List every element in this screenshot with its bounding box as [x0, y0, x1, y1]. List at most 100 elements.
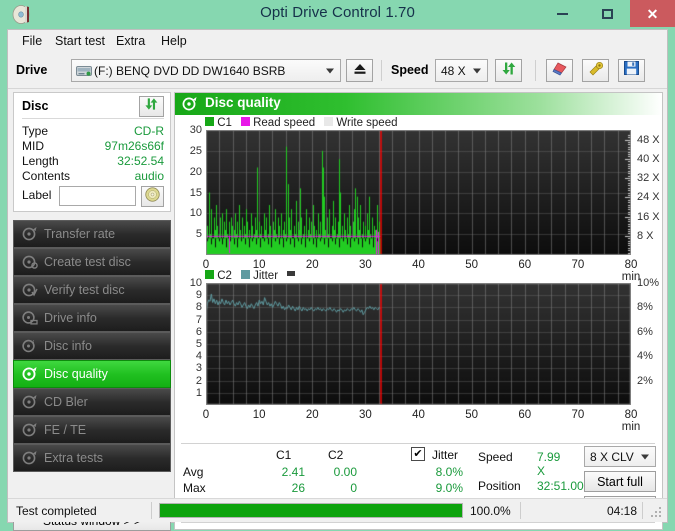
legend-label-c2: C2 [217, 270, 232, 282]
c2-jitter-chart [206, 283, 631, 405]
sidebar-item-fe-te[interactable]: FE / TE [13, 416, 171, 444]
chart1-y2tick: 24 X [637, 191, 660, 204]
chart2-legend: C2 Jitter [205, 270, 296, 282]
menu-extra[interactable]: Extra [110, 33, 151, 50]
tools-button[interactable] [582, 59, 609, 82]
disc-row-key: Contents [22, 169, 71, 183]
sidebar-item-label: Disc quality [44, 367, 108, 381]
speed-select-value: 48 X [441, 63, 466, 78]
legend-label-read-speed: Read speed [253, 117, 316, 129]
minimize-button[interactable] [540, 0, 585, 27]
stats-divider-bottom [181, 522, 655, 523]
drive-toolbar: Drive (F:) BENQ DVD DD DW1640 BSRB Speed… [8, 53, 667, 89]
sidebar-item-drive-info[interactable]: Drive info [13, 304, 171, 332]
chart2-y2tick: 10% [637, 277, 660, 289]
legend-label-write-speed: Write speed [336, 117, 398, 129]
disc-row-value: CD-R [134, 124, 164, 138]
chart1-xtick: 30 [358, 259, 372, 271]
stats-max-jitter: 9.0% [435, 481, 463, 495]
disc-quality-panel: Disc quality C1 Read speed Write speed 5… [174, 92, 663, 530]
drive-select[interactable]: (F:) BENQ DVD DD DW1640 BSRB [71, 59, 341, 82]
progress-bar [159, 503, 463, 518]
menu-help[interactable]: Help [155, 33, 193, 50]
save-button[interactable] [618, 59, 645, 82]
chart1-ytick: 15 [189, 186, 202, 199]
position-stat-label: Position [478, 479, 521, 493]
sidebar-item-extra-tests[interactable]: Extra tests [13, 444, 171, 472]
disc-gear-icon [22, 422, 38, 438]
erase-button[interactable] [546, 59, 573, 82]
status-bar: Test completed 100.0% 04:18 [8, 498, 667, 522]
disc-row-value: 32:52.54 [117, 154, 164, 168]
chart1-y2tick: 40 X [637, 152, 660, 165]
status-message: Test completed [16, 504, 97, 518]
chart2-ytick: 6 [195, 325, 202, 338]
start-full-button[interactable]: Start full [584, 471, 656, 492]
sidebar-item-transfer-rate[interactable]: Transfer rate [13, 220, 171, 248]
chart1-xtick: 50 [465, 259, 479, 271]
chart2-ytick: 10 [189, 277, 202, 289]
sidebar-item-disc-info[interactable]: i Disc info [13, 332, 171, 360]
chart2-ytick: 7 [195, 313, 202, 326]
chart1-xtick: 60 [518, 259, 532, 271]
chart2-xtick: 30 [358, 409, 372, 421]
test-speed-select[interactable]: 8 X CLV [584, 446, 656, 467]
maximize-button[interactable] [585, 0, 630, 27]
disc-gear-icon [22, 310, 38, 326]
disc-label-input[interactable] [59, 186, 136, 206]
toolbar-separator-2 [535, 60, 536, 81]
chart2-xtick: 40 [412, 409, 425, 421]
chart2-xtick: 70 [571, 409, 585, 421]
status-divider-3 [642, 502, 643, 519]
eject-icon [353, 62, 367, 80]
chart2-y2tick: 6% [637, 325, 653, 338]
close-button[interactable]: ✕ [630, 0, 675, 27]
eject-button[interactable] [346, 59, 373, 82]
chart1-y2tick: 48 X [637, 133, 660, 146]
test-speed-value: 8 X CLV [590, 449, 634, 464]
disc-row-key: Length [22, 154, 59, 168]
stats-row-label-max: Max [183, 481, 206, 495]
resize-grip[interactable] [651, 507, 663, 519]
disc-row-key: Type [22, 124, 49, 138]
chart1-xtick: 20 [305, 259, 319, 271]
sidebar-item-label: CD Bler [44, 395, 88, 409]
chart1-y2tick: 32 X [637, 172, 660, 185]
chart2-ytick: 5 [195, 338, 202, 350]
chart2-ytick: 1 [195, 386, 202, 399]
sidebar-item-disc-quality[interactable]: Disc quality [13, 360, 171, 388]
speed-select[interactable]: 48 X [435, 59, 488, 82]
jitter-checkbox[interactable]: ✔ [411, 447, 425, 461]
disc-panel-divider [22, 118, 164, 119]
chart2-xtick: 0 [202, 409, 210, 421]
sidebar-item-cd-bler[interactable]: CD Bler [13, 388, 171, 416]
chart2-xtick: 80 min [621, 409, 641, 433]
elapsed-time: 04:18 [606, 504, 637, 518]
sidebar-item-create-test-disc[interactable]: Create test disc [13, 248, 171, 276]
disc-row-type: Type CD-R [22, 124, 164, 139]
chart1-ytick: 5 [195, 228, 202, 241]
sidebar-item-label: Verify test disc [44, 283, 125, 297]
stats-header-c2: C2 [328, 448, 344, 462]
tools-icon [588, 61, 604, 81]
left-column: Disc Type CD-R MID 97m26s66f Length 32:5… [13, 92, 171, 531]
refresh-button[interactable] [495, 59, 522, 82]
drive-icon [76, 64, 92, 78]
panel-header: Disc quality [175, 93, 662, 115]
chart1-ytick: 20 [189, 165, 202, 178]
progress-fill [160, 504, 462, 517]
progress-text: 100.0% [470, 504, 511, 518]
sidebar-item-label: Create test disc [44, 255, 131, 269]
sidebar-item-verify-test-disc[interactable]: Verify test disc [13, 276, 171, 304]
disc-row-value: 97m26s66f [104, 139, 164, 153]
drive-label: Drive [16, 63, 48, 77]
disc-refresh-button[interactable] [139, 96, 164, 117]
menu-file[interactable]: File [16, 33, 48, 50]
disc-gear-icon [22, 450, 38, 466]
chart2-y2tick: 2% [637, 374, 653, 387]
disc-gear-icon [22, 282, 38, 298]
refresh-arrows-icon [144, 97, 159, 116]
stats-max-c2: 0 [350, 481, 357, 495]
disc-label-cd-button[interactable] [141, 186, 164, 207]
menu-start-test[interactable]: Start test [49, 33, 111, 50]
